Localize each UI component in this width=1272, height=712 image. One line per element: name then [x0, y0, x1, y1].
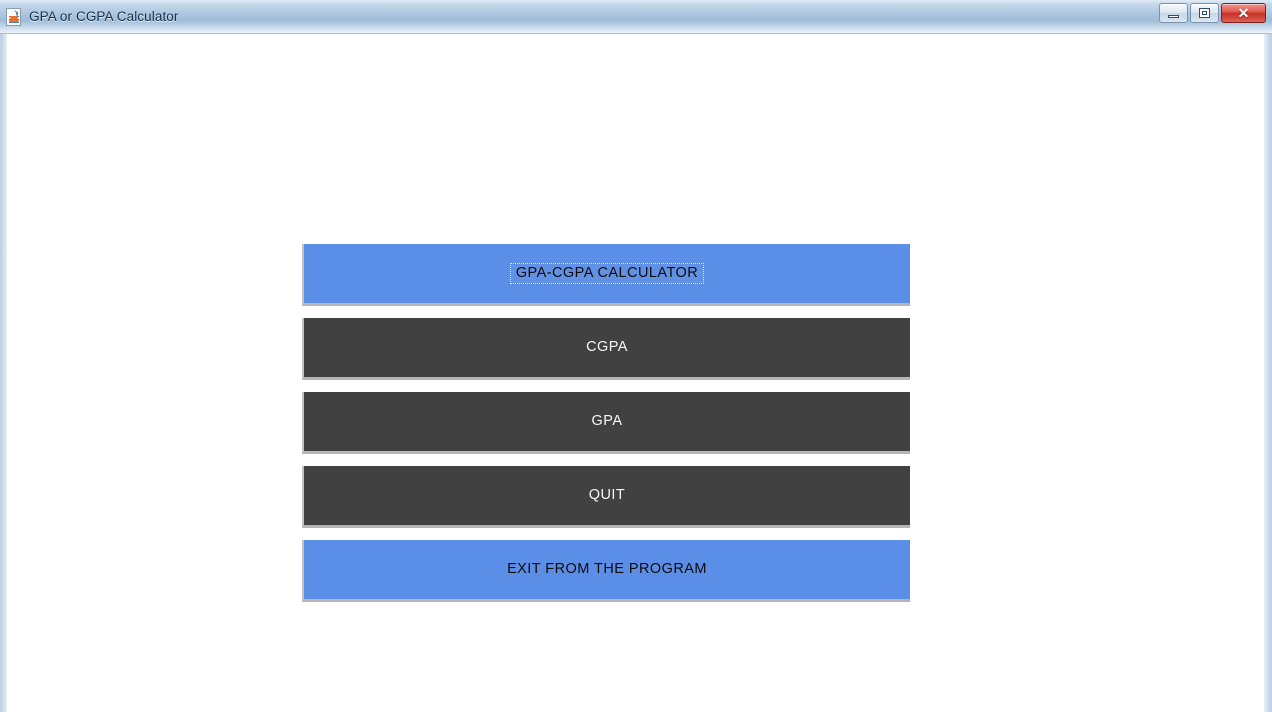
window-controls: ✕	[1159, 3, 1266, 23]
title-bar[interactable]: GPA or CGPA Calculator ✕	[0, 0, 1272, 34]
content-area: GPA-CGPA CALCULATOR CGPA GPA QUIT EXIT F…	[7, 35, 1264, 712]
menu-button-panel: GPA-CGPA CALCULATOR CGPA GPA QUIT EXIT F…	[302, 244, 912, 602]
window-border-right	[1264, 34, 1272, 712]
steam-curl-two	[14, 10, 19, 16]
maximize-icon	[1199, 8, 1210, 18]
button-exit-from-program[interactable]: EXIT FROM THE PROGRAM	[302, 540, 910, 602]
button-quit-label: QUIT	[588, 487, 626, 504]
button-quit[interactable]: QUIT	[302, 466, 910, 528]
application-window: GPA or CGPA Calculator ✕ GPA-CGPA CALCUL…	[0, 0, 1272, 712]
minimize-button[interactable]	[1159, 3, 1188, 23]
window-border-left	[0, 34, 7, 712]
close-icon: ✕	[1237, 5, 1250, 21]
minimize-icon	[1168, 14, 1179, 18]
maximize-button[interactable]	[1190, 3, 1219, 23]
cup-body	[10, 15, 18, 20]
button-cgpa[interactable]: CGPA	[302, 318, 910, 380]
button-gpa-label: GPA	[591, 413, 623, 430]
button-title-banner[interactable]: GPA-CGPA CALCULATOR	[302, 244, 910, 306]
button-cgpa-label: CGPA	[586, 339, 628, 356]
close-button[interactable]: ✕	[1221, 3, 1266, 23]
button-exit-from-program-label: EXIT FROM THE PROGRAM	[507, 561, 707, 578]
window-title: GPA or CGPA Calculator	[29, 9, 179, 24]
button-title-banner-label: GPA-CGPA CALCULATOR	[509, 263, 705, 284]
button-gpa[interactable]: GPA	[302, 392, 910, 454]
cup-saucer	[9, 20, 19, 22]
java-application-icon	[5, 7, 23, 26]
java-coffee-cup-icon	[9, 9, 19, 22]
